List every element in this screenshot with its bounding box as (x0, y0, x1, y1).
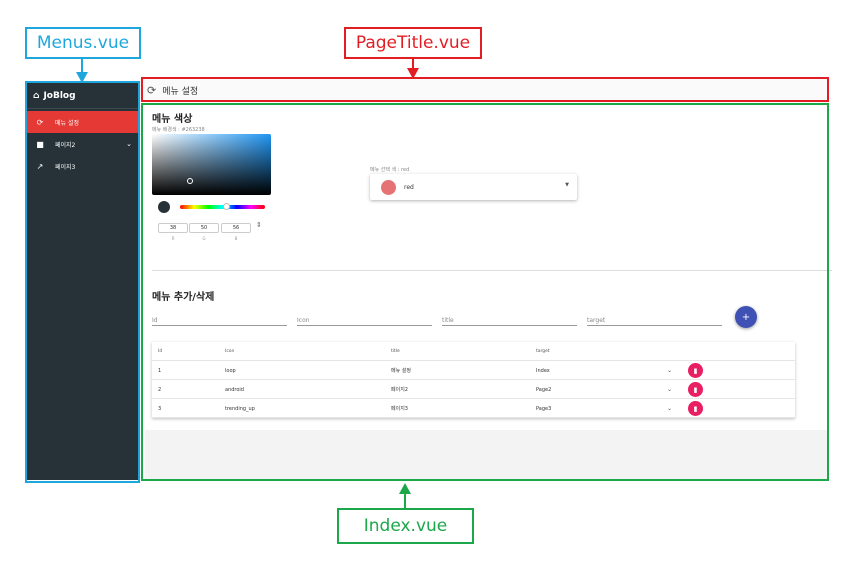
pagetitle-component-outline (141, 77, 829, 102)
index-vue-label: Index.vue (337, 508, 474, 544)
menus-component-outline (25, 81, 140, 483)
index-arrow-head (399, 483, 411, 494)
index-component-outline (141, 103, 829, 481)
annotated-screenshot: ⌂ JoBlog ⟳ 메뉴 설정 ■ 페이지2 ⌄ ↗ 페이지3 ⟳ 메뉴 설정… (0, 0, 850, 566)
menus-arrow-head (76, 72, 88, 83)
pagetitle-arrow-head (407, 68, 419, 79)
index-arrow-line (404, 493, 406, 509)
pagetitle-vue-label: PageTitle.vue (344, 27, 482, 59)
menus-vue-label: Menus.vue (25, 27, 141, 59)
menus-arrow-line (81, 59, 83, 73)
